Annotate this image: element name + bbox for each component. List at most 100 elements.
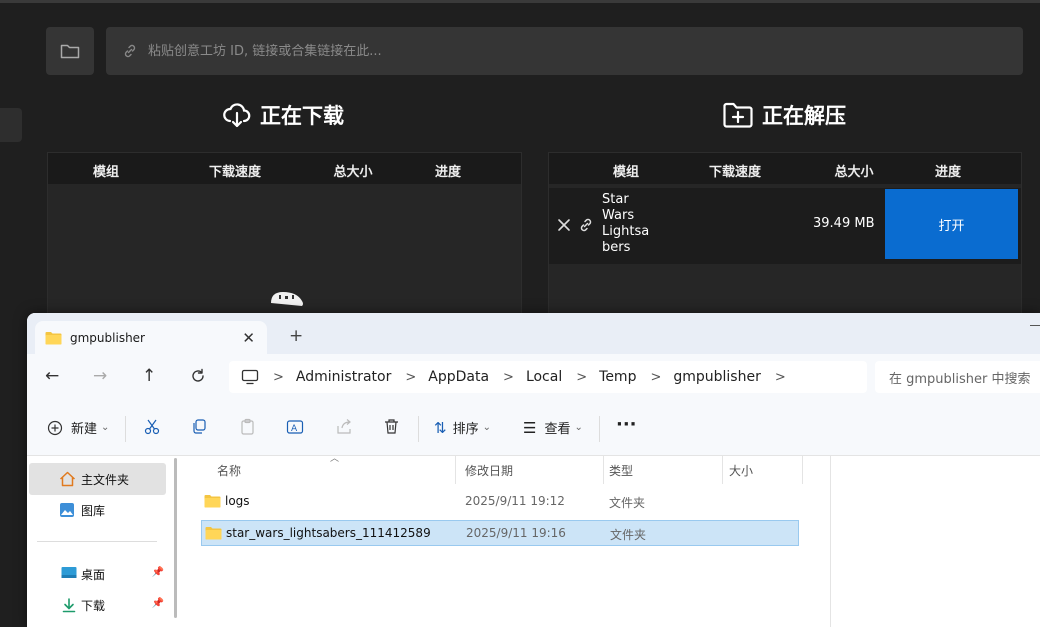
list-item-logs[interactable]: logs 2025/9/11 19:12 文件夹 xyxy=(201,489,799,515)
link-icon[interactable] xyxy=(578,217,594,233)
search-placeholder: 在 gmpublisher 中搜索 xyxy=(889,371,1031,387)
nav-label: 图库 xyxy=(81,503,106,518)
pin-icon[interactable]: 📌 xyxy=(152,598,164,609)
nav-label: 主文件夹 xyxy=(81,472,130,487)
copy-icon[interactable] xyxy=(191,418,208,435)
column-divider[interactable] xyxy=(802,456,803,484)
search-input[interactable]: 在 gmpublisher 中搜索 xyxy=(875,361,1040,393)
extracting-heading: 正在解压 xyxy=(722,100,846,130)
breadcrumb-local[interactable]: Local xyxy=(526,369,562,385)
svg-text:A: A xyxy=(291,424,298,434)
cancel-icon[interactable] xyxy=(557,218,571,232)
col-speed: 下载速度 xyxy=(208,165,262,180)
divider xyxy=(599,416,600,442)
downloading-heading: 正在下载 xyxy=(222,100,344,130)
view-label: 查看 xyxy=(544,422,571,437)
header-name[interactable]: 名称 xyxy=(217,462,241,479)
folder-icon xyxy=(204,495,221,508)
file-name: star_wars_lightsabers_111412589 xyxy=(226,526,431,540)
details-divider xyxy=(830,456,831,627)
col-speed: 下载速度 xyxy=(708,165,762,180)
nav-item-home[interactable]: 主文件夹 xyxy=(29,463,166,495)
file-explorer-window: gmpublisher ✕ + ← → ↑ > Administrator > … xyxy=(27,313,1040,627)
desktop-icon xyxy=(61,567,77,578)
extracting-panel: 模组 下载速度 总大小 进度 Star Wars Lightsa bers 39… xyxy=(548,152,1022,332)
file-list: ︿ 名称 修改日期 类型 大小 logs 2025/9/11 19:12 文件夹… xyxy=(185,454,830,627)
downloading-title: 正在下载 xyxy=(260,104,344,128)
download-icon xyxy=(62,598,76,613)
open-button[interactable]: 打开 xyxy=(885,189,1018,259)
more-options-icon[interactable]: ··· xyxy=(616,414,637,435)
cut-icon[interactable] xyxy=(143,418,161,436)
sort-button[interactable]: ⇅ 排序 ⌄ xyxy=(434,418,491,438)
extract-row: Star Wars Lightsa bers 39.49 MB 打开 xyxy=(549,188,1021,264)
header-type[interactable]: 类型 xyxy=(609,462,633,479)
mod-name: Star Wars Lightsa bers xyxy=(602,192,650,255)
list-item-star-wars-lightsabers[interactable]: star_wars_lightsabers_111412589 2025/9/1… xyxy=(201,520,799,546)
column-divider[interactable] xyxy=(455,456,456,484)
sidebar-stub[interactable] xyxy=(0,108,22,142)
extracting-table-header: 模组 下载速度 总大小 进度 xyxy=(549,153,1021,184)
computer-icon xyxy=(241,369,259,385)
new-button[interactable]: 新建 ⌄ xyxy=(47,418,109,437)
gallery-icon xyxy=(60,503,74,517)
col-mod: 模组 xyxy=(612,165,640,180)
nav-item-gallery[interactable]: 图库 xyxy=(29,494,166,526)
file-modified: 2025/9/11 19:16 xyxy=(466,526,566,540)
tab-label: gmpublisher xyxy=(70,330,145,345)
view-button[interactable]: ☰ 查看 ⌄ xyxy=(523,418,583,438)
refresh-icon[interactable] xyxy=(190,368,206,384)
breadcrumb-appdata[interactable]: AppData xyxy=(428,369,489,385)
paste-icon[interactable] xyxy=(239,418,256,435)
cloud-download-icon xyxy=(223,103,251,128)
divider xyxy=(125,416,126,442)
chevron-down-icon: ⌄ xyxy=(482,422,491,433)
chevron-right-icon[interactable]: > xyxy=(576,370,587,385)
nav-item-desktop[interactable]: 桌面 📌 xyxy=(29,558,166,590)
breadcrumb-gmpublisher[interactable]: gmpublisher xyxy=(673,369,761,385)
chevron-right-icon[interactable]: > xyxy=(405,370,416,385)
forward-icon[interactable]: → xyxy=(93,366,107,386)
pin-icon[interactable]: 📌 xyxy=(152,567,164,578)
workshop-url-bar[interactable] xyxy=(106,27,1023,75)
delete-icon[interactable] xyxy=(383,418,400,435)
tab-gmpublisher[interactable]: gmpublisher ✕ xyxy=(35,321,267,354)
file-type: 文件夹 xyxy=(610,528,647,542)
tab-bar: gmpublisher ✕ + xyxy=(27,313,1040,354)
file-type: 文件夹 xyxy=(609,496,646,510)
chevron-right-icon[interactable]: > xyxy=(503,370,514,385)
plus-circle-icon xyxy=(47,420,63,435)
column-divider[interactable] xyxy=(603,456,604,484)
rename-icon[interactable]: A xyxy=(286,418,304,436)
header-size[interactable]: 大小 xyxy=(729,462,753,479)
nav-scrollbar[interactable] xyxy=(174,458,177,618)
up-icon[interactable]: ↑ xyxy=(142,366,156,386)
home-icon xyxy=(59,471,76,487)
nav-item-downloads[interactable]: 下载 📌 xyxy=(29,589,166,621)
header-modified[interactable]: 修改日期 xyxy=(465,462,513,479)
chevron-right-icon[interactable]: > xyxy=(650,370,661,385)
new-label: 新建 xyxy=(71,422,98,437)
share-icon[interactable] xyxy=(335,418,353,436)
minimize-icon[interactable] xyxy=(1030,325,1040,326)
breadcrumb-administrator[interactable]: Administrator xyxy=(296,369,391,385)
close-icon[interactable]: ✕ xyxy=(242,329,255,347)
column-divider[interactable] xyxy=(722,456,723,484)
chevron-down-icon: ⌄ xyxy=(101,422,110,433)
col-size: 总大小 xyxy=(333,165,373,180)
command-bar: 新建 ⌄ A ⇅ 排序 ⌄ ☰ 查看 ⌄ ··· xyxy=(27,400,1040,456)
sort-label: 排序 xyxy=(452,422,479,437)
chevron-right-icon[interactable]: > xyxy=(775,370,786,385)
mod-size: 39.49 MB xyxy=(813,216,875,231)
downloading-table-header: 模组 下载速度 总大小 进度 xyxy=(48,153,521,184)
address-bar[interactable]: > Administrator > AppData > Local > Temp… xyxy=(229,361,867,393)
sort-icon: ⇅ xyxy=(434,418,447,437)
workshop-url-input[interactable] xyxy=(146,42,946,60)
new-tab-icon[interactable]: + xyxy=(289,326,303,346)
folder-icon xyxy=(205,527,222,540)
open-folder-button[interactable] xyxy=(46,27,94,75)
back-icon[interactable]: ← xyxy=(45,366,59,386)
breadcrumb-temp[interactable]: Temp xyxy=(599,369,636,385)
window-top-edge xyxy=(0,0,1040,3)
chevron-right-icon[interactable]: > xyxy=(273,370,284,385)
